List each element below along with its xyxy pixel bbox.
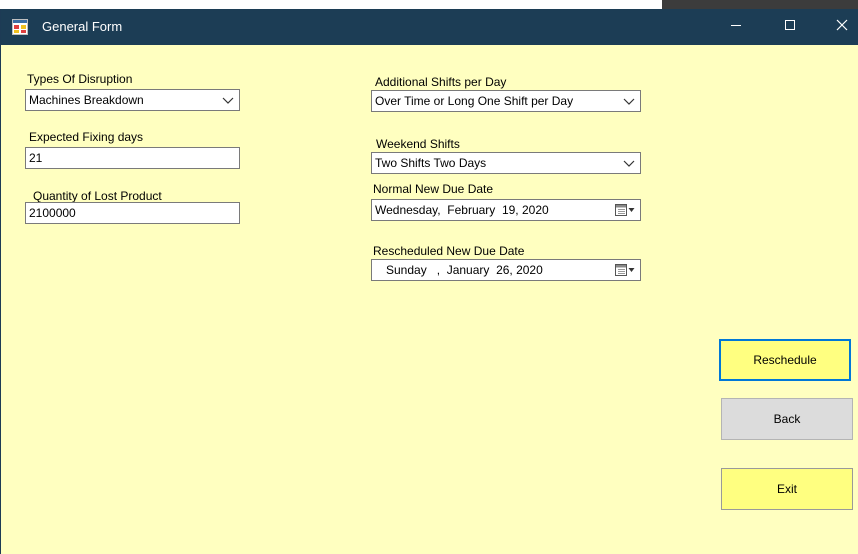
calendar-dropdown-icon[interactable] bbox=[614, 263, 636, 277]
app-form-icon bbox=[12, 19, 28, 35]
maximize-button[interactable] bbox=[767, 9, 813, 45]
calendar-dropdown-icon[interactable] bbox=[614, 203, 636, 217]
back-button[interactable]: Back bbox=[721, 398, 853, 440]
chevron-down-icon bbox=[623, 94, 635, 108]
minimize-button[interactable] bbox=[713, 9, 759, 45]
general-form-window: General Form Types Of Disruption Machine… bbox=[0, 9, 858, 554]
close-button[interactable] bbox=[819, 9, 858, 45]
minimize-icon bbox=[730, 18, 742, 36]
close-icon bbox=[836, 18, 848, 36]
additional-shifts-dropdown[interactable]: Over Time or Long One Shift per Day bbox=[371, 90, 641, 112]
rescheduled-due-date-picker[interactable]: Sunday , January 26, 2020 bbox=[371, 259, 641, 281]
reschedule-button[interactable]: Reschedule bbox=[719, 339, 851, 381]
normal-due-date-value: Wednesday, February 19, 2020 bbox=[375, 203, 549, 217]
additional-shifts-label: Additional Shifts per Day bbox=[375, 75, 507, 89]
lost-quantity-value: 2100000 bbox=[29, 206, 76, 220]
maximize-icon bbox=[784, 18, 796, 36]
chevron-down-icon bbox=[222, 93, 234, 107]
exit-button[interactable]: Exit bbox=[721, 468, 853, 510]
normal-due-date-label: Normal New Due Date bbox=[373, 182, 494, 196]
fixing-days-input[interactable]: 21 bbox=[25, 147, 240, 169]
fixing-days-label: Expected Fixing days bbox=[29, 130, 144, 144]
fixing-days-value: 21 bbox=[29, 151, 43, 165]
normal-due-date-picker[interactable]: Wednesday, February 19, 2020 bbox=[371, 199, 641, 221]
window-title: General Form bbox=[42, 19, 123, 34]
disruption-type-label: Types Of Disruption bbox=[27, 72, 133, 86]
chevron-down-icon bbox=[623, 156, 635, 170]
lost-quantity-input[interactable]: 2100000 bbox=[25, 202, 240, 224]
additional-shifts-value: Over Time or Long One Shift per Day bbox=[375, 94, 574, 108]
disruption-type-value: Machines Breakdown bbox=[29, 93, 144, 107]
rescheduled-due-date-label: Rescheduled New Due Date bbox=[373, 244, 525, 258]
title-bar[interactable]: General Form bbox=[1, 9, 858, 45]
background-window-edge bbox=[662, 0, 858, 9]
rescheduled-due-date-value: Sunday , January 26, 2020 bbox=[386, 263, 543, 277]
disruption-type-dropdown[interactable]: Machines Breakdown bbox=[25, 89, 240, 111]
weekend-shifts-label: Weekend Shifts bbox=[376, 137, 460, 151]
weekend-shifts-value: Two Shifts Two Days bbox=[375, 156, 487, 170]
weekend-shifts-dropdown[interactable]: Two Shifts Two Days bbox=[371, 152, 641, 174]
lost-quantity-label: Quantity of Lost Product bbox=[33, 189, 162, 203]
